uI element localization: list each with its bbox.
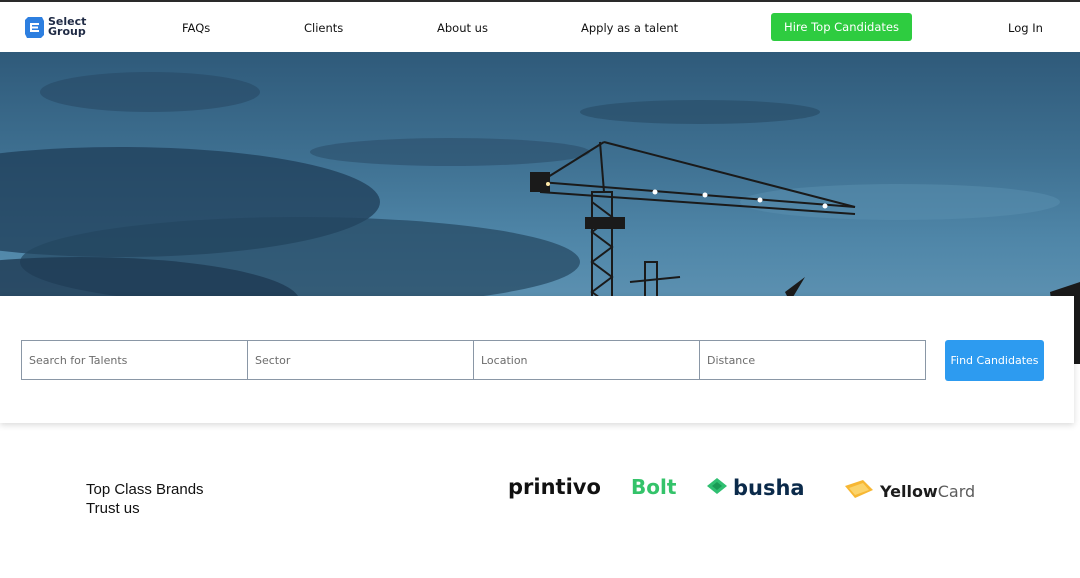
hire-top-candidates-button[interactable]: Hire Top Candidates (771, 13, 912, 41)
brands-heading-line2: Trust us (86, 500, 140, 517)
find-candidates-button[interactable]: Find Candidates (945, 340, 1044, 381)
search-talents-input[interactable]: Search for Talents (21, 340, 248, 380)
sector-input[interactable]: Sector (247, 340, 474, 380)
brand-bolt-logo: Bolt (631, 475, 677, 499)
brand-printivo-logo: printivo (508, 475, 601, 499)
brands-heading: Top Class Brands Trust us (86, 480, 204, 518)
busha-text: busha (733, 476, 805, 500)
e-logo-icon (24, 15, 46, 39)
distance-input[interactable]: Distance (699, 340, 926, 380)
site-header: Select Group FAQs Clients About us Apply… (0, 2, 1080, 52)
nav-apply-talent[interactable]: Apply as a talent (581, 21, 678, 35)
search-panel: Search for Talents Sector Location Dista… (0, 296, 1074, 423)
brands-heading-line1: Top Class Brands (86, 481, 204, 498)
select-group-logo[interactable]: Select Group (24, 15, 86, 39)
brand-yellowcard-logo: Yellow Card (843, 478, 975, 504)
logo-text: Select Group (48, 16, 86, 38)
yellowcard-text-strong: Yellow (880, 481, 938, 501)
logo-sub-text: Group (48, 25, 86, 38)
login-link[interactable]: Log In (1008, 21, 1043, 35)
yellowcard-icon (843, 478, 875, 504)
nav-faqs[interactable]: FAQs (182, 21, 210, 35)
nav-about-us[interactable]: About us (437, 21, 488, 35)
brand-busha-logo: busha (705, 476, 805, 500)
location-input[interactable]: Location (473, 340, 700, 380)
busha-leaf-icon (705, 476, 729, 500)
yellowcard-text-light: Card (937, 481, 976, 501)
nav-clients[interactable]: Clients (304, 21, 343, 35)
